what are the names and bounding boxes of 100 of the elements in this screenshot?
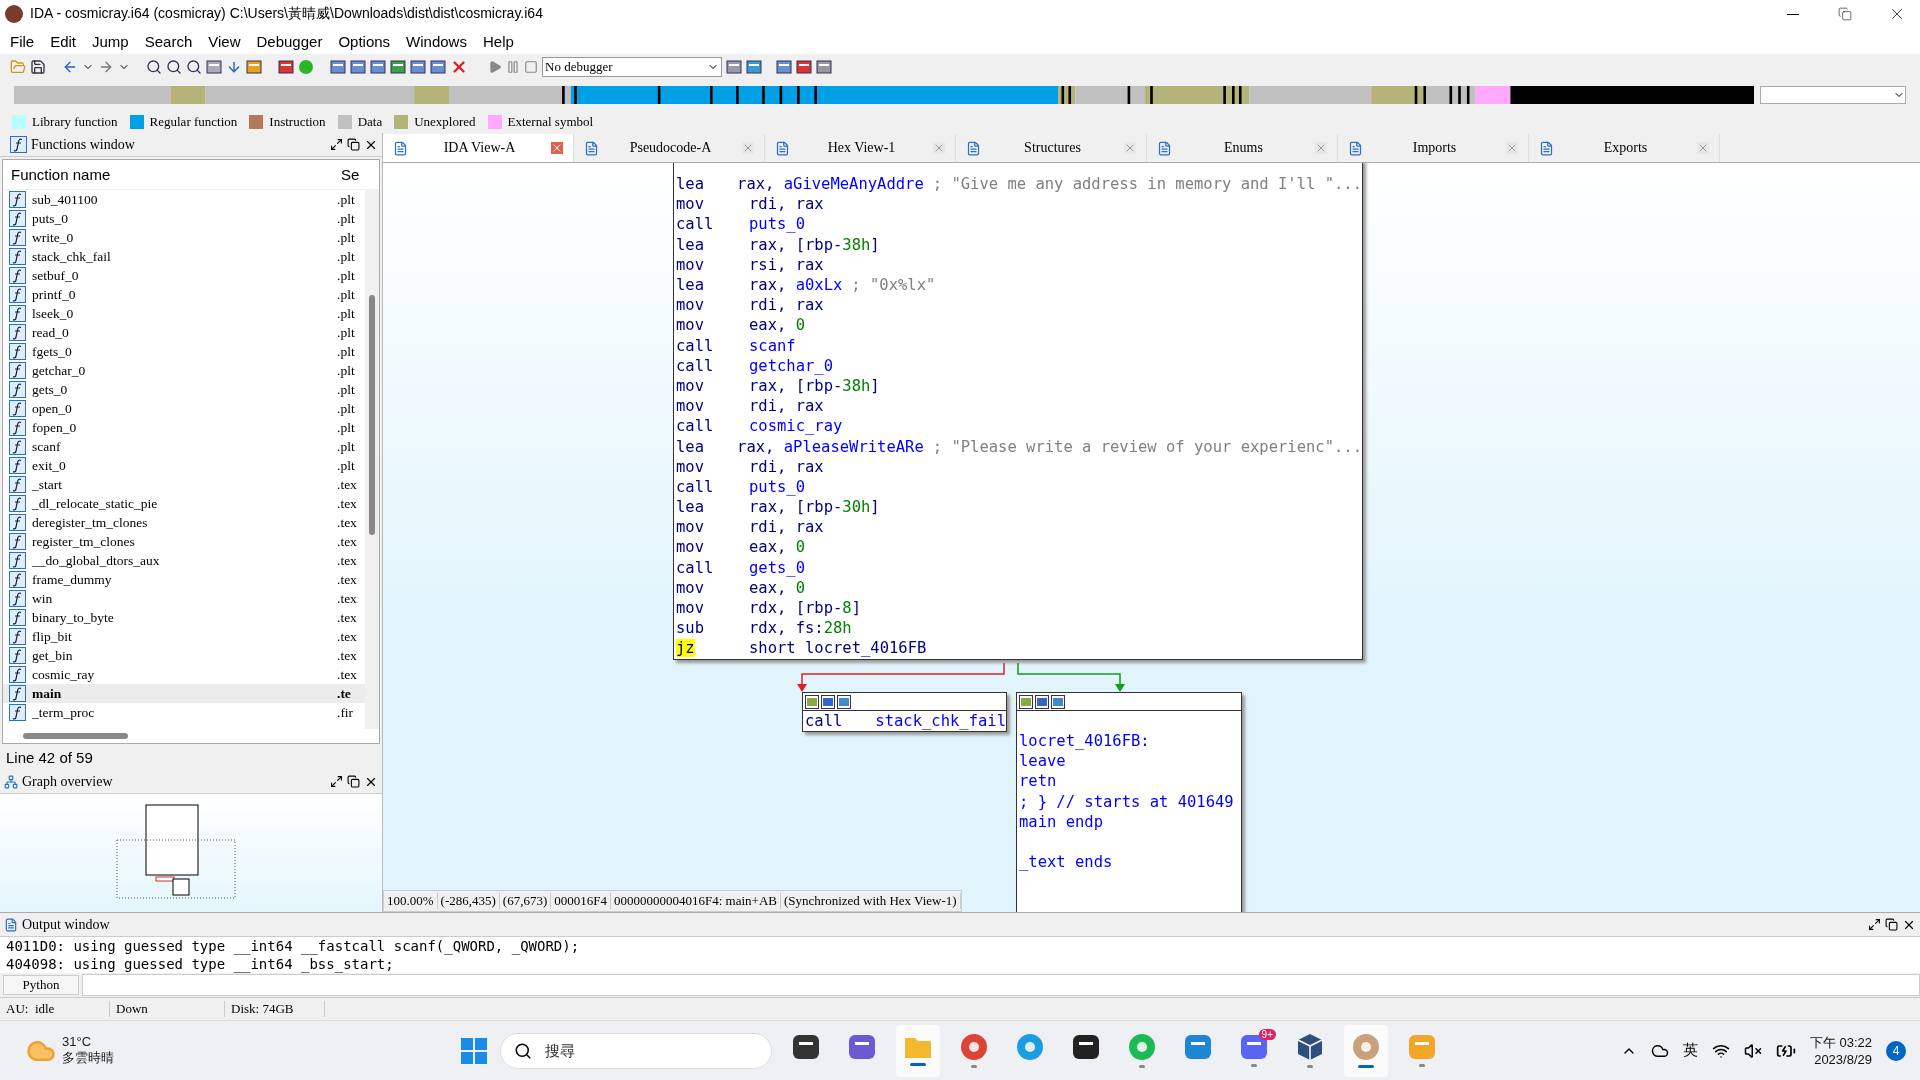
toolbar-icon[interactable] xyxy=(390,59,406,75)
function-row[interactable]: fgets_0 .plt xyxy=(3,342,365,361)
function-row[interactable]: frame_dummy .tex xyxy=(3,570,365,589)
function-row[interactable]: main .te xyxy=(3,684,365,703)
function-row[interactable]: write_0 .plt xyxy=(3,228,365,247)
legend-label: Regular function xyxy=(149,113,238,130)
temperature: 31°C xyxy=(62,1034,93,1049)
menu-item[interactable]: Edit xyxy=(42,32,85,50)
menu-item[interactable]: Windows xyxy=(398,32,475,50)
tab-icon xyxy=(1348,140,1363,156)
scrollbar-thumb[interactable] xyxy=(369,295,375,535)
down-arrow-icon[interactable] xyxy=(226,59,242,75)
function-row[interactable]: get_bin .tex xyxy=(3,646,365,665)
task-view-icon[interactable] xyxy=(792,1034,820,1060)
toolbar-icon[interactable] xyxy=(206,59,222,75)
float-icon[interactable] xyxy=(347,138,360,151)
cube-icon[interactable] xyxy=(1297,1033,1323,1061)
function-row[interactable]: __do_global_dtors_aux .tex xyxy=(3,551,365,570)
mute-icon[interactable] xyxy=(1743,1041,1762,1060)
tab-icon xyxy=(775,140,790,156)
tab[interactable]: IDA View-A xyxy=(383,134,574,162)
stop-icon[interactable] xyxy=(524,60,538,74)
toolbar-icon[interactable] xyxy=(816,59,832,75)
notification-badge[interactable]: 4 xyxy=(1886,1040,1906,1061)
float-icon[interactable] xyxy=(347,775,360,788)
function-row[interactable]: win .tex xyxy=(3,589,365,608)
menu-item[interactable]: Search xyxy=(136,32,201,50)
browser-icon[interactable] xyxy=(1016,1033,1044,1061)
function-row[interactable]: binary_to_byte .tex xyxy=(3,608,365,627)
function-row[interactable]: setbuf_0 .plt xyxy=(3,266,365,285)
function-row[interactable]: _term_proc .fir xyxy=(3,703,365,722)
search-icon[interactable] xyxy=(186,59,202,75)
save-icon[interactable] xyxy=(30,59,46,75)
chat-icon[interactable] xyxy=(848,1034,876,1060)
function-row[interactable]: lseek_0 .plt xyxy=(3,304,365,323)
function-row[interactable]: deregister_tm_clones .tex xyxy=(3,513,365,532)
debugger-dropdown[interactable]: No debugger xyxy=(542,57,722,77)
function-row[interactable]: stack_chk_fail .plt xyxy=(3,247,365,266)
function-row[interactable]: _dl_relocate_static_pie .tex xyxy=(3,494,365,513)
maximize-icon[interactable] xyxy=(330,775,343,788)
toolbar-icon[interactable] xyxy=(410,59,426,75)
function-row[interactable]: cosmic_ray .tex xyxy=(3,665,365,684)
terminal-icon[interactable] xyxy=(1072,1034,1100,1060)
toolbar-icon[interactable] xyxy=(246,59,262,75)
delete-icon[interactable] xyxy=(450,58,468,76)
code-editor-icon[interactable] xyxy=(1184,1034,1212,1060)
input-method-indicator[interactable]: 英 xyxy=(1682,1041,1698,1060)
menu-item[interactable]: Help xyxy=(474,32,522,50)
toolbar-icon[interactable] xyxy=(430,59,446,75)
toolbar-icon[interactable] xyxy=(796,59,812,75)
forward-arrow-icon[interactable] xyxy=(98,59,114,75)
function-row[interactable]: sub_401100 .plt xyxy=(3,190,365,209)
toolbar-icon[interactable] xyxy=(746,59,762,75)
segment-name: .tex xyxy=(337,552,358,569)
function-row[interactable]: gets_0 .plt xyxy=(3,380,365,399)
mnemonic: call xyxy=(805,712,843,731)
browser-icon[interactable] xyxy=(960,1033,988,1061)
search-field[interactable]: 搜尋 xyxy=(500,1032,772,1069)
function-row[interactable]: flip_bit .tex xyxy=(3,627,365,646)
search-icon[interactable] xyxy=(146,59,162,75)
scrollbar-thumb[interactable] xyxy=(23,733,128,739)
function-icon xyxy=(9,628,26,645)
menu-item[interactable]: File xyxy=(2,32,43,50)
function-row[interactable]: fopen_0 .plt xyxy=(3,418,365,437)
toolbar-icon[interactable] xyxy=(776,59,792,75)
clock[interactable]: 下午 03:22 2023/8/29 xyxy=(1809,1034,1872,1067)
function-row[interactable]: read_0 .plt xyxy=(3,323,365,342)
command-input[interactable] xyxy=(82,974,1920,996)
play-icon[interactable] xyxy=(488,60,502,74)
function-row[interactable]: open_0 .plt xyxy=(3,399,365,418)
code-line: main endp xyxy=(1019,812,1103,831)
column-header[interactable]: Se xyxy=(337,166,379,183)
function-row[interactable]: exit_0 .plt xyxy=(3,456,365,475)
toolbar-icon[interactable] xyxy=(370,59,386,75)
toolbar-icon[interactable] xyxy=(726,59,742,75)
menu-item[interactable]: View xyxy=(200,32,249,50)
function-icon xyxy=(9,362,26,379)
function-row[interactable]: register_tm_clones .tex xyxy=(3,532,365,551)
start-icon[interactable] xyxy=(460,1036,488,1065)
column-header[interactable]: Function name xyxy=(3,166,337,183)
toolbar-icon[interactable] xyxy=(350,59,366,75)
tab-icon xyxy=(966,140,981,156)
maximize-icon[interactable] xyxy=(1868,918,1881,931)
function-row[interactable]: printf_0 .plt xyxy=(3,285,365,304)
function-row[interactable]: getchar_0 .plt xyxy=(3,361,365,380)
search-icon[interactable] xyxy=(166,59,182,75)
maximize-icon[interactable] xyxy=(330,138,343,151)
code-comment: ; "0x%lx" xyxy=(851,276,936,295)
float-icon[interactable] xyxy=(1885,918,1898,931)
python-button[interactable]: Python xyxy=(3,975,79,995)
taskbar-app[interactable]: 9+ xyxy=(1232,1024,1276,1077)
menu-item[interactable]: Options xyxy=(330,32,399,50)
function-row[interactable]: _start .tex xyxy=(3,475,365,494)
menu-item[interactable]: Jump xyxy=(84,32,137,50)
segment-name: .fir xyxy=(337,704,355,721)
function-row[interactable]: scanf .plt xyxy=(3,437,365,456)
toolbar-icon[interactable] xyxy=(330,59,346,75)
function-row[interactable]: puts_0 .plt xyxy=(3,209,365,228)
menu-item[interactable]: Debugger xyxy=(248,32,331,50)
toolbar-icon[interactable] xyxy=(278,59,294,75)
